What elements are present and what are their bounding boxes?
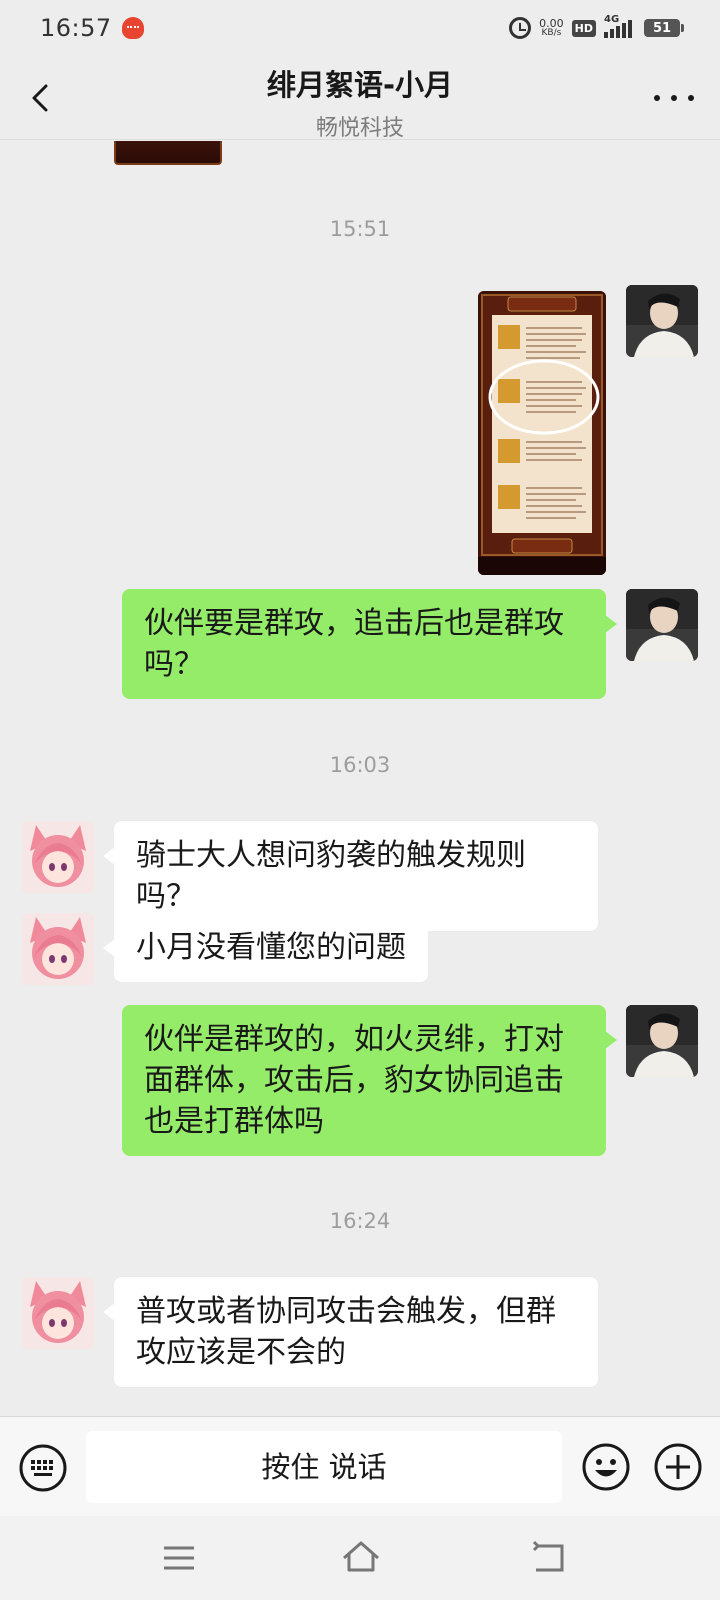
avatar[interactable] <box>626 589 698 661</box>
user-avatar-image <box>626 589 698 661</box>
chat-subtitle: 畅悦科技 <box>315 116 404 141</box>
signal-icon: 4G <box>604 14 632 38</box>
avatar[interactable] <box>22 913 94 985</box>
status-time: 16:57 <box>40 14 112 42</box>
keyboard-icon <box>19 1444 67 1492</box>
message-text: 伙伴要是群攻，追击后也是群攻吗？ <box>144 606 564 682</box>
chat-header: 绯月絮语-小月 畅悦科技 <box>0 56 720 142</box>
system-navigation-bar <box>0 1516 720 1600</box>
message-bubble-bot[interactable]: 小月没看懂您的问题 <box>103 913 428 982</box>
bot-avatar-image <box>22 1277 94 1349</box>
message-text: 小月没看懂您的问题 <box>136 930 406 965</box>
previous-image-message[interactable] <box>114 141 222 165</box>
avatar[interactable] <box>626 285 698 357</box>
message-bubble-self[interactable]: 伙伴是群攻的，如火灵绯，打对面群体，攻击后，豹女协同追击也是打群体吗 <box>122 1005 617 1156</box>
plus-icon <box>654 1443 702 1491</box>
menu-icon <box>164 1546 194 1570</box>
back-arrow-icon <box>532 1540 564 1572</box>
chat-input-bar: 按住 说话 <box>0 1416 720 1516</box>
message-text: 伙伴是群攻的，如火灵绯，打对面群体，攻击后，豹女协同追击也是打群体吗 <box>144 1022 564 1139</box>
avatar[interactable] <box>22 1277 94 1349</box>
home-icon <box>343 1541 379 1572</box>
hd-badge: HD <box>571 19 596 37</box>
more-dots-icon <box>654 95 660 101</box>
user-avatar-image <box>626 285 698 357</box>
battery-icon: 51 <box>644 19 684 37</box>
home-button[interactable] <box>340 1538 382 1576</box>
chat-message-list[interactable]: 15:51 伙伴要是群攻，追击后也是群攻吗？ 16:03 骑士大人想问豹袭的触发… <box>0 141 720 1416</box>
bot-avatar-image <box>22 821 94 893</box>
notification-app-icon <box>121 17 144 39</box>
more-functions-button[interactable] <box>652 1441 704 1493</box>
timestamp: 16:03 <box>329 753 391 777</box>
emoji-button[interactable] <box>580 1441 632 1493</box>
keyboard-button[interactable] <box>18 1443 68 1493</box>
user-avatar-image <box>626 1005 698 1077</box>
message-text: 普攻或者协同攻击会触发，但群攻应该是不会的 <box>136 1294 556 1370</box>
hold-to-talk-button[interactable]: 按住 说话 <box>86 1431 562 1503</box>
network-speed-unit: KB/s <box>541 28 562 38</box>
image-message[interactable] <box>478 291 606 575</box>
title-block: 绯月絮语-小月 畅悦科技 <box>0 62 720 142</box>
system-back-button[interactable] <box>530 1538 570 1576</box>
chat-title: 绯月絮语-小月 <box>266 68 454 102</box>
network-speed: 0.00 KB/s <box>539 18 564 38</box>
avatar[interactable] <box>22 821 94 893</box>
message-bubble-bot[interactable]: 普攻或者协同攻击会触发，但群攻应该是不会的 <box>103 1277 598 1387</box>
game-screenshot-image <box>478 291 606 575</box>
recent-apps-button[interactable] <box>160 1542 200 1574</box>
emoji-icon <box>582 1443 630 1491</box>
avatar[interactable] <box>626 1005 698 1077</box>
timestamp: 15:51 <box>329 217 391 241</box>
network-type-label: 4G <box>604 14 620 25</box>
message-text: 骑士大人想问豹袭的触发规则吗？ <box>136 838 526 914</box>
status-indicators: 0.00 KB/s HD 4G 51 <box>509 14 684 39</box>
bot-avatar-image <box>22 913 94 985</box>
timestamp: 16:24 <box>329 1209 391 1233</box>
alarm-icon <box>509 17 532 39</box>
status-bar: 16:57 0.00 KB/s HD 4G 51 <box>0 0 720 56</box>
more-button[interactable] <box>654 86 694 110</box>
message-bubble-self[interactable]: 伙伴要是群攻，追击后也是群攻吗？ <box>122 589 617 699</box>
